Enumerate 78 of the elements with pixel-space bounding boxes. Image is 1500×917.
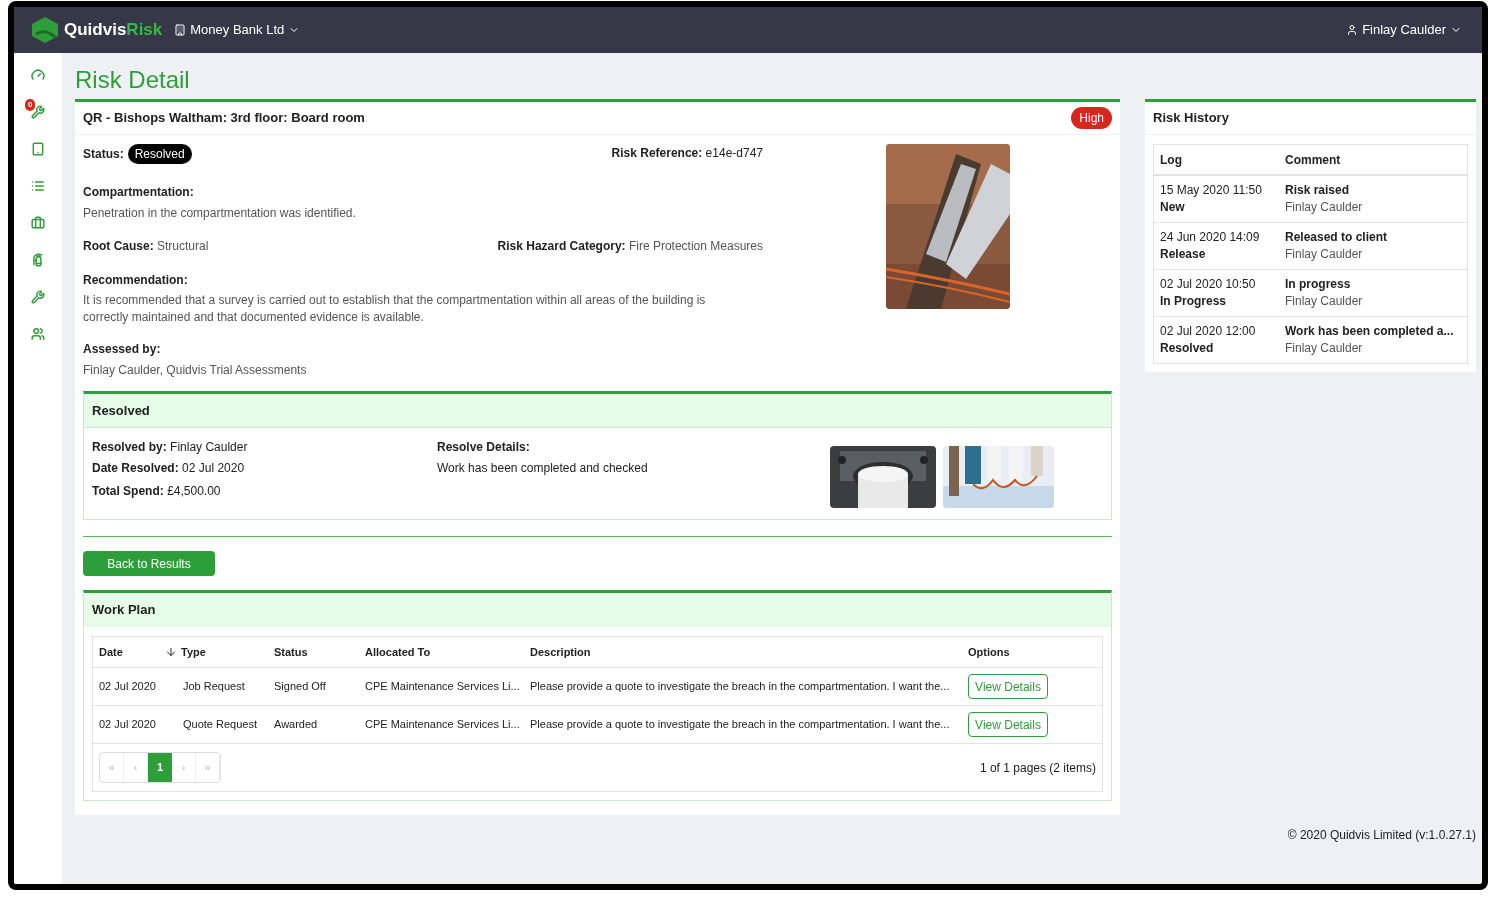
page-info: 1 of 1 pages (2 items) <box>979 759 1096 777</box>
panel-title: Resolved <box>92 401 150 420</box>
gauge-icon <box>31 68 45 82</box>
log-comment: Released to client <box>1285 229 1389 246</box>
log-state: New <box>1160 199 1186 216</box>
users-icon <box>31 327 45 341</box>
log-state: In Progress <box>1160 293 1228 310</box>
field-label: Recommendation: <box>83 272 189 289</box>
view-details-button[interactable]: View Details <box>968 712 1048 737</box>
risk-reference: Risk Reference: e14e-d747 <box>611 145 763 162</box>
page-title: Risk Detail <box>75 65 191 95</box>
field-value: Finlay Caulder, Quidvis Trial Assessments <box>83 362 308 379</box>
field-label: Status: <box>83 146 124 163</box>
field-label: Compartmentation: <box>83 184 195 201</box>
log-author: Finlay Caulder <box>1285 340 1364 357</box>
table-cell-text: Signed Off <box>274 679 327 695</box>
list-icon <box>31 179 45 193</box>
log-time: 15 May 2020 11:50 <box>1160 182 1263 199</box>
column-header[interactable]: Status <box>274 643 365 661</box>
resolved-field: Resolved by: Finlay Caulder <box>92 438 437 456</box>
resolved-field: Date Resolved: 02 Jul 2020 <box>92 459 437 477</box>
column-header: Comment <box>1285 151 1342 169</box>
column-header[interactable]: Options <box>968 643 1096 661</box>
log-state: Release <box>1160 246 1207 263</box>
organisation-dropdown[interactable]: Money Bank Ltd <box>174 20 301 40</box>
table-cell-text: Awarded <box>274 717 319 733</box>
wrench-icon <box>31 290 45 304</box>
table-cell-text: CPE Maintenance Services Li... <box>365 679 521 695</box>
table-cell-text: CPE Maintenance Services Li... <box>365 717 521 733</box>
building-icon <box>174 24 187 36</box>
log-time: 02 Jul 2020 12:00 <box>1160 323 1257 340</box>
notification-badge: 0 <box>25 99 36 111</box>
table-cell-text: Please provide a quote to investigate the breach in the compartmentation. I want the... <box>530 717 951 733</box>
root-cause: Root Cause: Structural <box>83 238 209 255</box>
field-value: Penetration in the compartmentation was identified. <box>83 205 357 222</box>
hazard-category: Risk Hazard Category: Fire Protection Measures <box>497 238 763 255</box>
log-time: 02 Jul 2020 10:50 <box>1160 276 1257 293</box>
page-button[interactable]: 1 <box>148 753 172 782</box>
log-author: Finlay Caulder <box>1285 199 1364 216</box>
tablet-icon <box>31 142 45 156</box>
view-details-button[interactable]: View Details <box>968 674 1048 699</box>
status-badge: Resolved <box>127 144 192 164</box>
field-label: Assessed by: <box>83 341 162 358</box>
log-comment: Work has been completed a... <box>1285 323 1455 340</box>
log-author: Finlay Caulder <box>1285 246 1364 263</box>
sidebar-item[interactable]: 0 <box>25 99 51 125</box>
logo-icon <box>30 16 60 44</box>
risk-title: QR - Bishops Waltham: 3rd floor: Board room <box>83 109 365 128</box>
log-state: Resolved <box>1160 340 1215 357</box>
column-header[interactable]: Type <box>181 643 206 661</box>
column-header[interactable]: Description <box>530 643 968 661</box>
sort-icon <box>165 646 177 658</box>
priority-badge: High <box>1071 107 1112 129</box>
field-value: Work has been completed and checked <box>437 460 649 477</box>
table-cell-text: 02 Jul 2020 <box>99 679 157 695</box>
log-author: Finlay Caulder <box>1285 293 1364 310</box>
table-cell-text: Quote Request <box>183 717 258 733</box>
user-icon <box>1346 24 1359 36</box>
log-comment: In progress <box>1285 276 1352 293</box>
column-header: Log <box>1160 151 1183 169</box>
wrench-icon <box>31 105 45 119</box>
back-button[interactable]: Back to Results <box>83 551 215 576</box>
field-label: Resolve Details: <box>437 439 531 456</box>
copyright: © 2020 Quidvis Limited (v:1.0.27.1) <box>1287 827 1476 844</box>
briefcase-icon <box>31 216 45 230</box>
table-cell-text: 02 Jul 2020 <box>99 717 157 733</box>
panel-title: Work Plan <box>92 601 156 620</box>
user-menu[interactable]: Finlay Caulder <box>1346 20 1462 40</box>
resolved-field: Total Spend: £4,500.00 <box>92 482 437 500</box>
table-cell-text: Please provide a quote to investigate the breach in the compartmentation. I want the... <box>530 679 951 695</box>
table-cell-text: Job Request <box>183 679 246 695</box>
brand-name: QuidvisRisk <box>64 19 163 42</box>
log-time: 24 Jun 2020 14:09 <box>1160 229 1261 246</box>
column-header[interactable]: Allocated To <box>365 643 530 661</box>
log-comment: Risk raised <box>1285 182 1351 199</box>
card-title: Risk History <box>1153 109 1229 128</box>
field-value: It is recommended that a survey is carried out to establish that the compartmentation within all areas of the building is correctly maintained and that documented evidence is available. <box>83 292 707 326</box>
extinguisher-icon <box>31 253 45 267</box>
